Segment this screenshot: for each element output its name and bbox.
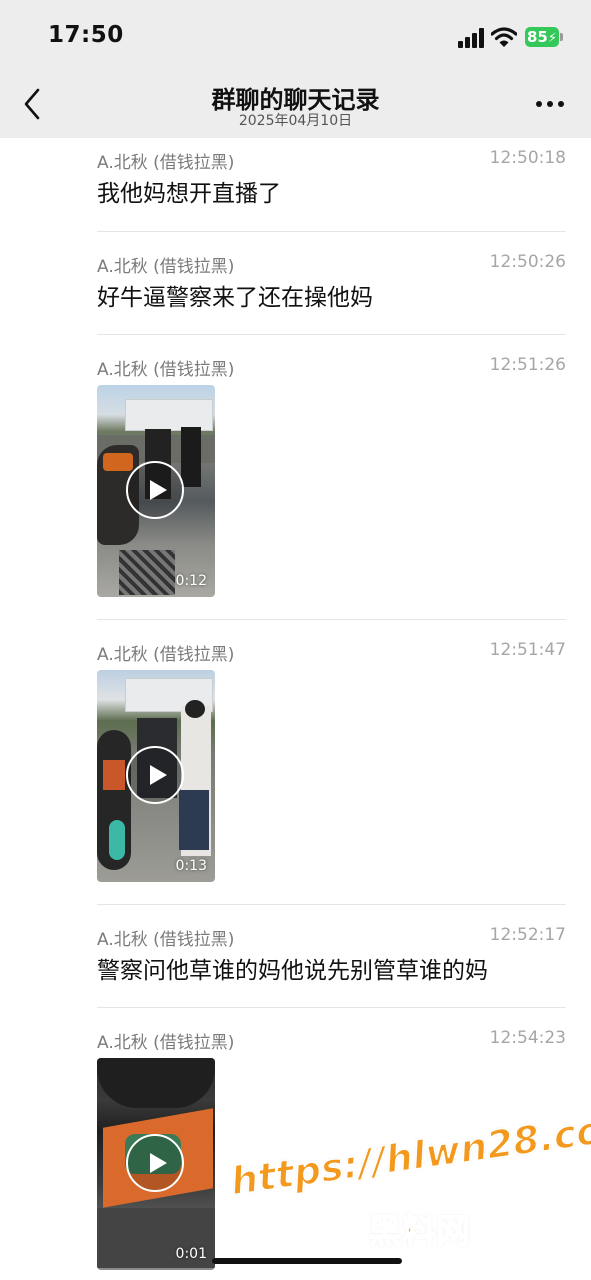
cellular-signal-icon xyxy=(458,28,484,48)
message-item[interactable]: A.北秋 (借钱拉黑) 12:52:17 警察问他草谁的妈他说先别管草谁的妈 xyxy=(97,925,566,995)
video-thumbnail[interactable]: 0:13 xyxy=(97,670,215,882)
message-sender: A.北秋 (借钱拉黑) xyxy=(97,1033,235,1053)
play-icon xyxy=(126,1134,184,1192)
message-divider xyxy=(97,231,566,232)
video-thumbnail[interactable]: 0:12 xyxy=(97,385,215,597)
charging-bolt-icon: ⚡ xyxy=(547,31,557,46)
message-sender: A.北秋 (借钱拉黑) xyxy=(97,153,235,173)
message-time: 12:52:17 xyxy=(489,925,566,945)
battery-cap xyxy=(560,33,563,41)
message-text: 好牛逼警察来了还在操他妈 xyxy=(97,285,373,311)
play-icon xyxy=(126,461,184,519)
battery-indicator: 85⚡ xyxy=(525,27,559,47)
message-sender: A.北秋 (借钱拉黑) xyxy=(97,645,235,665)
wifi-icon xyxy=(491,27,517,47)
top-bar: 17:50 85⚡ 群聊的聊天记录 2025年04月10日 xyxy=(0,0,591,138)
message-time: 12:50:26 xyxy=(489,252,566,272)
message-divider xyxy=(97,619,566,620)
message-time: 12:50:18 xyxy=(489,148,566,168)
message-text: 警察问他草谁的妈他说先别管草谁的妈 xyxy=(97,958,488,984)
chat-history-screen: 17:50 85⚡ 群聊的聊天记录 2025年04月10日 A.北秋 (借钱拉黑… xyxy=(0,0,591,1280)
video-duration: 0:01 xyxy=(175,1246,207,1262)
message-item: A.北秋 (借钱拉黑) 12:51:47 0:13 xyxy=(97,640,566,885)
message-time: 12:51:47 xyxy=(489,640,566,660)
video-thumbnail[interactable]: 0:01 xyxy=(97,1058,215,1270)
battery-level: 85 xyxy=(526,28,548,46)
page-subtitle-date: 2025年04月10日 xyxy=(238,113,353,129)
message-divider xyxy=(97,904,566,905)
message-time: 12:54:23 xyxy=(489,1028,566,1048)
message-divider xyxy=(97,1007,566,1008)
video-duration: 0:12 xyxy=(175,573,207,589)
message-item: A.北秋 (借钱拉黑) 12:51:26 0:12 xyxy=(97,355,566,600)
message-time: 12:51:26 xyxy=(489,355,566,375)
message-sender: A.北秋 (借钱拉黑) xyxy=(97,360,235,380)
home-indicator xyxy=(212,1258,402,1264)
message-item[interactable]: A.北秋 (借钱拉黑) 12:50:26 好牛逼警察来了还在操他妈 xyxy=(97,252,566,322)
watermark-name: 黑料网 xyxy=(367,1211,471,1253)
message-divider xyxy=(97,334,566,335)
more-button[interactable] xyxy=(530,93,570,115)
message-sender: A.北秋 (借钱拉黑) xyxy=(97,257,235,277)
status-time: 17:50 xyxy=(48,22,124,48)
play-icon xyxy=(126,746,184,804)
message-sender: A.北秋 (借钱拉黑) xyxy=(97,930,235,950)
message-item[interactable]: A.北秋 (借钱拉黑) 12:50:18 我他妈想开直播了 xyxy=(97,148,566,218)
video-duration: 0:13 xyxy=(175,858,207,874)
message-text: 我他妈想开直播了 xyxy=(97,181,281,207)
